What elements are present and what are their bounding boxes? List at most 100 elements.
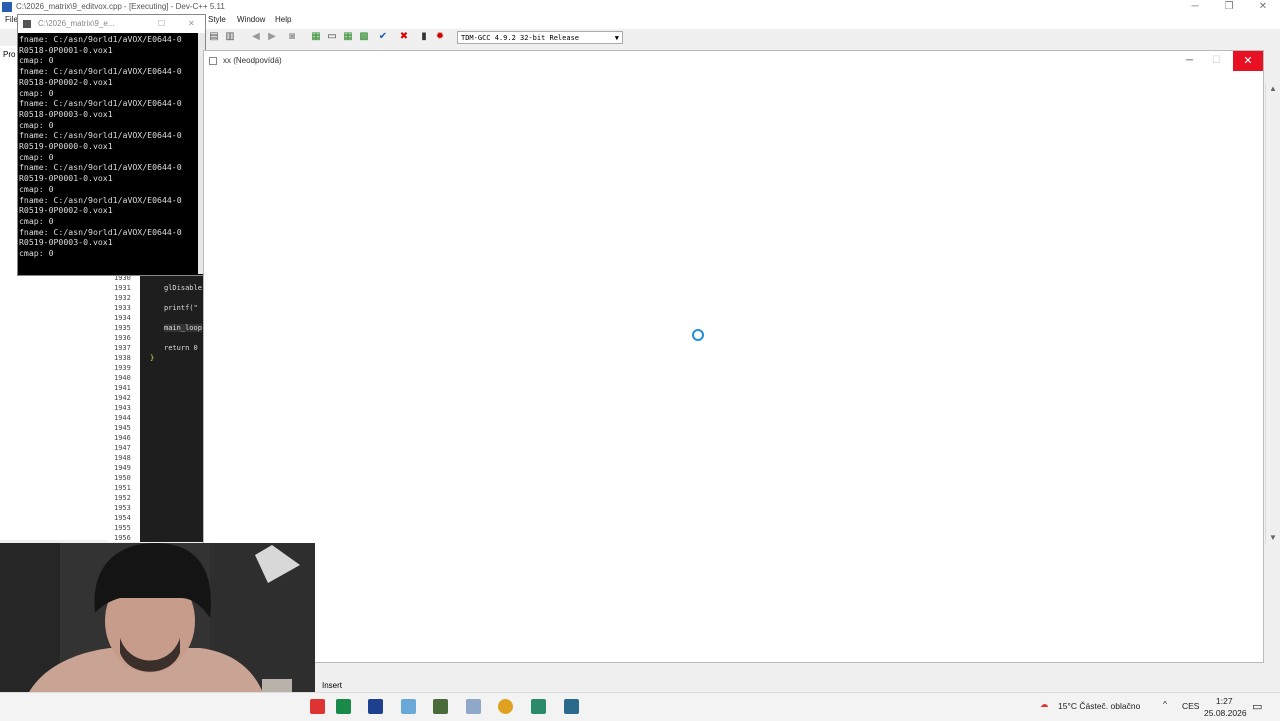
line-number: 1942 xyxy=(114,394,131,402)
console-line: cmap: 0 xyxy=(19,151,54,162)
line-number: 1955 xyxy=(114,524,131,532)
code-line-1938: } xyxy=(150,354,155,362)
console-line: fname: C:/asn/9orld1/aVOX/E0644-0 xyxy=(19,162,182,173)
menu-window[interactable]: Window xyxy=(237,15,265,24)
minimize-icon[interactable]: ─ xyxy=(1178,0,1212,14)
app-close-icon[interactable]: ✕ xyxy=(1233,51,1263,71)
back-icon[interactable]: ◀ xyxy=(250,31,262,43)
line-number-gutter: 1930 1931 1932 1933 1934 1935 1936 1937 1938 1939… xyxy=(108,274,140,542)
taskbar-devcpp-icon[interactable] xyxy=(531,699,546,714)
taskbar-app-green-icon[interactable] xyxy=(336,699,351,714)
chart-icon[interactable]: ▮ xyxy=(418,31,430,43)
table-icon[interactable]: ▦ xyxy=(342,31,354,43)
scroll-down-icon[interactable]: ▼ xyxy=(1269,533,1277,542)
line-number: 1947 xyxy=(114,444,131,452)
console-output: fname: C:/asn/9orld1/aVOX/E0644-0 R0518-0… xyxy=(19,34,199,259)
language-indicator[interactable]: CES xyxy=(1182,701,1199,711)
devcpp-app-icon xyxy=(2,2,12,12)
line-number: 1944 xyxy=(114,414,131,422)
app-minimize-icon[interactable]: ─ xyxy=(1186,51,1193,71)
weather-text[interactable]: 15°C Částeč. oblačno xyxy=(1058,701,1140,711)
code-editor[interactable]: 1930 1931 1932 1933 1934 1935 1936 1937 1938 1939… xyxy=(108,274,203,542)
line-number: 1949 xyxy=(114,464,131,472)
taskbar-app-red-icon[interactable] xyxy=(310,699,325,714)
stop-icon[interactable]: ✖ xyxy=(398,31,410,43)
console-close-icon[interactable]: ✕ xyxy=(188,15,195,33)
grid-icon[interactable]: ▦ xyxy=(310,31,322,43)
code-line-1933: printf(" xyxy=(164,304,198,312)
debug-icon[interactable]: ✹ xyxy=(434,31,446,43)
line-number: 1952 xyxy=(114,494,131,502)
scroll-up-icon[interactable]: ▲ xyxy=(1269,84,1277,93)
line-number: 1953 xyxy=(114,504,131,512)
line-number: 1932 xyxy=(114,294,131,302)
console-line: R0519-0P0003-0.vox1 xyxy=(19,237,113,248)
editor-scrollbar[interactable]: ▲ ▼ xyxy=(1265,84,1280,544)
line-number: 1934 xyxy=(114,314,131,322)
menu-style[interactable]: Style xyxy=(208,15,226,24)
code-line-1937: return 0 xyxy=(164,344,198,352)
console-line: fname: C:/asn/9orld1/aVOX/E0644-0 xyxy=(19,226,182,237)
line-number: 1940 xyxy=(114,374,131,382)
console-line: R0518-0P0003-0.vox1 xyxy=(19,108,113,119)
close-icon[interactable]: ✕ xyxy=(1246,0,1280,14)
line-number: 1946 xyxy=(114,434,131,442)
tray-chevron-icon[interactable]: ^ xyxy=(1163,699,1167,709)
code-line-1931: glDisable xyxy=(164,284,202,292)
app-window-titlebar: xx (Neodpovídá) ─ ☐ ✕ xyxy=(204,51,1263,71)
line-number: 1941 xyxy=(114,384,131,392)
toolbar-icon-a[interactable]: ▤ xyxy=(208,31,220,43)
taskbar: ☁ 15°C Částeč. oblačno ^ CES 1:27 25.08.… xyxy=(0,692,1280,721)
line-number: 1938 xyxy=(114,354,131,362)
menu-file[interactable]: File xyxy=(5,15,18,24)
compiler-select-value: TDM-GCC 4.9.2 32-bit Release xyxy=(461,34,580,42)
toolbar-icon-b[interactable]: ▥ xyxy=(224,31,236,43)
console-line: cmap: 0 xyxy=(19,183,54,194)
compiler-select[interactable]: TDM-GCC 4.9.2 32-bit Release ▼ xyxy=(457,31,623,44)
taskbar-chrome-icon[interactable] xyxy=(498,699,513,714)
console-icon xyxy=(23,20,31,28)
console-line: fname: C:/asn/9orld1/aVOX/E0644-0 xyxy=(19,130,182,141)
weather-icon[interactable]: ☁ xyxy=(1040,699,1049,710)
check-icon[interactable]: ✔ xyxy=(377,31,389,43)
line-number: 1943 xyxy=(114,404,131,412)
console-line: fname: C:/asn/9orld1/aVOX/E0644-0 xyxy=(19,98,182,109)
window-icon[interactable]: ▭ xyxy=(326,31,338,43)
console-line: cmap: 0 xyxy=(19,87,54,98)
forward-icon[interactable]: ▶ xyxy=(266,31,278,43)
chevron-down-icon: ▼ xyxy=(614,34,619,42)
taskbar-vs-icon[interactable] xyxy=(368,699,383,714)
notification-icon[interactable]: ▭ xyxy=(1252,700,1262,713)
menu-help[interactable]: Help xyxy=(275,15,291,24)
taskbar-app-gray-icon[interactable] xyxy=(466,699,481,714)
line-number: 1956 xyxy=(114,534,131,542)
tiles-icon[interactable]: ▩ xyxy=(358,31,370,43)
clock-date[interactable]: 25.08.2026 xyxy=(1204,708,1247,718)
tab-project[interactable]: Pro xyxy=(3,50,15,59)
line-number: 1954 xyxy=(114,514,131,522)
status-mode: Insert xyxy=(322,681,343,690)
line-number: 1948 xyxy=(114,454,131,462)
line-number: 1933 xyxy=(114,304,131,312)
console-line: R0519-0P0000-0.vox1 xyxy=(19,141,113,152)
devcpp-title-text: C:\2026_matrix\9_editvox.cpp - [Executin… xyxy=(16,2,225,11)
taskbar-window-icon[interactable] xyxy=(564,699,579,714)
devcpp-titlebar: C:\2026_matrix\9_editvox.cpp - [Executin… xyxy=(0,0,1280,14)
console-titlebar: C:\2026_matrix\9_e... ☐ ✕ xyxy=(18,15,205,33)
console-window[interactable]: C:\2026_matrix\9_e... ☐ ✕ fname: C:/asn/… xyxy=(17,14,206,276)
console-line: cmap: 0 xyxy=(19,215,54,226)
taskbar-app-olive-icon[interactable] xyxy=(433,699,448,714)
code-line-1935: main_loop xyxy=(164,324,202,332)
console-line: fname: C:/asn/9orld1/aVOX/E0644-0 xyxy=(19,194,182,205)
console-line: cmap: 0 xyxy=(19,119,54,130)
restore-icon[interactable]: ❐ xyxy=(1212,0,1246,14)
line-number: 1935 xyxy=(114,324,131,332)
taskbar-app-blue-icon[interactable] xyxy=(401,699,416,714)
bookmark-icon[interactable]: ◙ xyxy=(286,31,298,43)
app-window[interactable]: xx (Neodpovídá) ─ ☐ ✕ xyxy=(203,50,1264,663)
console-maximize-icon[interactable]: ☐ xyxy=(158,15,165,33)
console-line: fname: C:/asn/9orld1/aVOX/E0644-0 xyxy=(19,66,182,77)
clock-time[interactable]: 1:27 xyxy=(1216,696,1233,706)
app-maximize-icon[interactable]: ☐ xyxy=(1212,51,1221,71)
console-line: R0518-0P0002-0.vox1 xyxy=(19,76,113,87)
